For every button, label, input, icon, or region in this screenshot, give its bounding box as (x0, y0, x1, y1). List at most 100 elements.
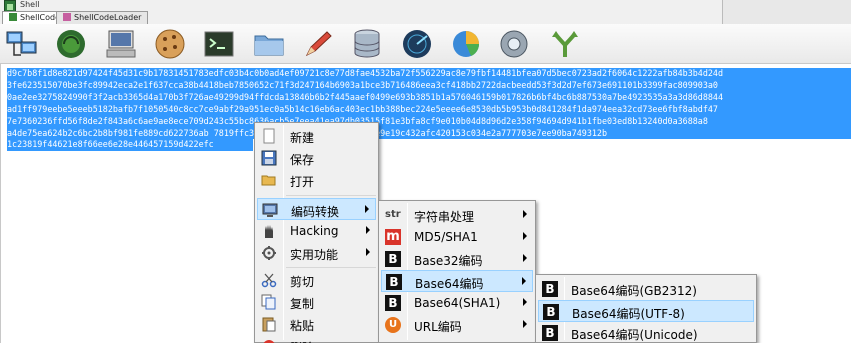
submenu-item-md5[interactable]: m MD5/SHA1 (381, 226, 533, 248)
submenu-item-url[interactable]: U URL编码 (381, 314, 533, 336)
submenu-arrow-icon (523, 298, 527, 306)
menu-item-label: 字符串处理 (414, 210, 475, 224)
window-region-right (722, 0, 851, 24)
network-icon[interactable] (5, 27, 39, 61)
selected-text-block[interactable]: d9c7b8f1d8e821d97424f45d31c9b17831451783… (7, 68, 851, 152)
menu-item-label: Base64编码(UTF-8) (572, 307, 685, 321)
terminal-icon[interactable] (202, 27, 236, 61)
folder-icon[interactable] (252, 27, 286, 61)
submenu-arrow-icon (365, 205, 369, 213)
base64-submenu: B Base64编码(GB2312) B Base64编码(UTF-8) B B… (535, 274, 757, 343)
url-icon: U (385, 317, 401, 333)
submenu-item-base64-gb2312[interactable]: B Base64编码(GB2312) (538, 278, 754, 300)
fork-icon[interactable] (548, 27, 582, 61)
text-line: 7e7360236ffd56f8de2f843a6c6ae9ae8ece709d… (7, 115, 851, 128)
submenu-item-base64-utf8[interactable]: B Base64编码(UTF-8) (538, 300, 754, 322)
database-icon[interactable] (350, 27, 384, 61)
toolbar (0, 24, 851, 64)
menu-item-copy[interactable]: 复制 (257, 291, 376, 313)
computer-icon[interactable] (104, 27, 138, 61)
tab-app-icon (63, 13, 71, 21)
menu-item-label: Base64编码 (415, 277, 484, 291)
pen-icon[interactable] (301, 27, 335, 61)
submenu-item-base32[interactable]: B Base32编码 (381, 248, 533, 270)
menu-item-paste[interactable]: 粘贴 (257, 313, 376, 335)
menu-item-save[interactable]: 保存 (257, 147, 376, 169)
submenu-arrow-icon (523, 320, 527, 328)
menu-item-delete[interactable]: 删除 (257, 335, 376, 343)
tools-icon (261, 245, 277, 261)
menu-item-label: URL编码 (414, 320, 462, 334)
submenu-item-string[interactable]: str 字符串处理 (381, 204, 533, 226)
paste-icon (261, 316, 277, 332)
base64-icon: B (542, 281, 558, 297)
md5-icon: m (385, 229, 401, 245)
submenu-arrow-icon (523, 232, 527, 240)
str-icon: str (385, 209, 401, 220)
text-line: 0ae2ee3275824990f3f2acb3365d4a170b3f726a… (7, 91, 851, 104)
pie-chart-icon[interactable] (449, 27, 483, 61)
submenu-arrow-icon (523, 254, 527, 262)
title-tab-strip: Shell ShellCode ShellCodeLoader (0, 0, 851, 24)
menu-item-label: MD5/SHA1 (414, 230, 478, 244)
submenu-arrow-icon (366, 226, 370, 234)
tab-label: ShellCode (20, 13, 60, 22)
text-line: 3fe623515070be3fc89942eca2e1f637cca38b44… (7, 79, 851, 92)
delete-icon (261, 338, 277, 343)
menu-item-label: Base64编码(GB2312) (571, 284, 697, 298)
radar-icon[interactable] (400, 27, 434, 61)
base64-sha1-icon: B (385, 295, 401, 311)
submenu-item-base64[interactable]: B Base64编码 (381, 270, 533, 292)
open-folder-icon (261, 172, 277, 188)
menu-item-label: Hacking (290, 224, 339, 238)
menu-separator (286, 267, 376, 268)
text-line: d9c7b8f1d8e821d97424f45d31c9b17831451783… (7, 68, 851, 80)
submenu-item-base64-sha1[interactable]: B Base64(SHA1) (381, 292, 533, 314)
menu-item-cut[interactable]: 剪切 (257, 269, 376, 291)
cookie-icon[interactable] (153, 27, 187, 61)
menu-item-label: Base64编码(Unicode) (571, 328, 698, 342)
base64-icon: B (542, 325, 558, 341)
submenu-arrow-icon (366, 248, 370, 256)
submenu-item-base64-unicode[interactable]: B Base64编码(Unicode) (538, 322, 754, 343)
menu-item-label: 实用功能 (290, 248, 339, 262)
menu-item-label: 保存 (290, 153, 315, 167)
menu-item-encoding[interactable]: 编码转换 (257, 198, 376, 220)
context-menu: 新建 保存 打开 编码转换 Hacking 实用功能 剪切 复制 粘贴 删除 (254, 122, 379, 343)
save-icon (261, 150, 277, 166)
text-line: 1c23819f44621e8f66ee6e28e446457159d422ef… (7, 139, 253, 152)
menu-item-hacking[interactable]: Hacking (257, 220, 376, 242)
submenu-arrow-icon (523, 210, 527, 218)
text-line: a4de75ea624b2c6bc2b8bf981fe889cd622736ab… (7, 127, 851, 140)
cut-icon (261, 272, 277, 288)
menu-item-label: 粘贴 (290, 319, 315, 333)
hacking-icon (261, 223, 277, 239)
base64-icon: B (543, 304, 559, 320)
encoding-submenu: str 字符串处理 m MD5/SHA1 B Base32编码 B Base64… (378, 200, 536, 343)
menu-item-label: 剪切 (290, 275, 315, 289)
menu-item-label: Base32编码 (414, 254, 483, 268)
tab-label: ShellCodeLoader (74, 13, 142, 22)
menu-item-label: 打开 (290, 175, 315, 189)
window-top-label: Shell (20, 0, 40, 9)
tab-app-icon (9, 13, 17, 21)
text-line: ad1ff979eebe5eeeb5182bafb7f1050540c8cc7c… (7, 103, 851, 116)
tab-shellcodeloader[interactable]: ShellCodeLoader (56, 11, 149, 24)
shell-icon[interactable] (54, 27, 88, 61)
browser-icon[interactable] (497, 27, 531, 61)
copy-icon (261, 294, 277, 310)
menu-item-label: 复制 (290, 297, 315, 311)
menu-item-new[interactable]: 新建 (257, 125, 376, 147)
menu-item-label: 编码转换 (291, 205, 340, 219)
base32-icon: B (385, 251, 401, 267)
new-file-icon (261, 128, 277, 144)
menu-item-label: Base64(SHA1) (414, 296, 501, 310)
menu-item-tools[interactable]: 实用功能 (257, 242, 376, 264)
encode-icon (262, 202, 278, 218)
menu-separator (286, 195, 376, 196)
menu-item-open[interactable]: 打开 (257, 169, 376, 191)
menu-item-label: 新建 (290, 131, 315, 145)
menu-item-label: 删除 (290, 339, 314, 343)
base64-icon: B (386, 274, 402, 290)
submenu-arrow-icon (522, 277, 526, 285)
